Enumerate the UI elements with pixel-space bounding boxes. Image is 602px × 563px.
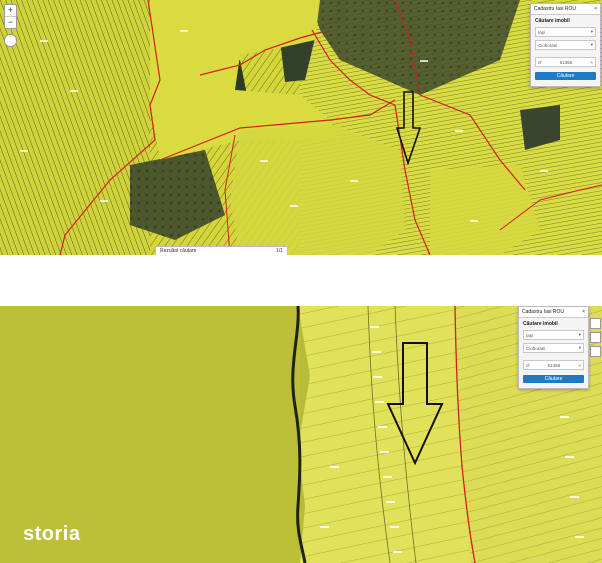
section-title: Căutare imobil	[535, 18, 570, 24]
search-panel-zoomed: Cadastru Iasi ROU × Căutare imobil Iaşi …	[518, 306, 589, 389]
clear-icon[interactable]: ×	[578, 363, 581, 368]
clear-icon[interactable]: ×	[590, 60, 593, 65]
storia-logo: storia	[23, 523, 81, 545]
locate-icon[interactable]	[4, 34, 17, 47]
cadastral-map-overview[interactable]: + − Cadastru Iasi ROU × Căutare imobil I…	[0, 0, 602, 255]
section-title: Căutare imobil	[523, 321, 558, 327]
search-icon[interactable]	[590, 318, 601, 329]
search-panel-overview: Cadastru Iasi ROU × Căutare imobil Iaşi …	[530, 3, 601, 87]
chevron-down-icon: ▾	[578, 345, 581, 350]
cadastral-map-zoomed[interactable]: Cadastru Iasi ROU × Căutare imobil Iaşi …	[0, 306, 602, 563]
locality-select[interactable]: Ciohorani ▾	[523, 343, 584, 353]
search-number-field[interactable]: cf 61358 ×	[535, 57, 596, 67]
panel-title: Cadastru Iasi ROU	[534, 6, 576, 12]
chevron-down-icon: ▾	[590, 42, 593, 47]
close-icon[interactable]: ×	[582, 309, 585, 315]
results-label: Rezultat căutare	[160, 248, 197, 254]
home-icon[interactable]	[590, 346, 601, 357]
zoom-in-button[interactable]: +	[5, 5, 16, 17]
chevron-down-icon: ▾	[578, 332, 581, 337]
map-canvas-zoomed	[0, 306, 602, 563]
search-results-bar[interactable]: Rezultat căutare 1/1	[155, 246, 288, 255]
map-side-toolbar	[590, 318, 601, 360]
locality-value: Ciohorani	[538, 42, 558, 48]
results-count: 1/1	[276, 248, 283, 254]
county-select[interactable]: Iaşi ▾	[523, 330, 584, 340]
panel-header: Cadastru Iasi ROU ×	[531, 4, 600, 15]
search-type-label: cf	[526, 362, 530, 368]
zoom-out-button[interactable]: −	[5, 17, 16, 28]
locality-value: Ciohorani	[526, 345, 546, 351]
search-number-field[interactable]: cf 61358 ×	[523, 360, 584, 370]
search-type-label: cf	[538, 59, 542, 65]
county-value: Iaşi	[526, 332, 534, 338]
locality-select[interactable]: Ciohorani ▾	[535, 40, 596, 50]
panel-title: Cadastru Iasi ROU	[522, 309, 564, 315]
search-button[interactable]: Căutare	[535, 72, 596, 80]
county-value: Iaşi	[538, 29, 546, 35]
close-icon[interactable]: ×	[594, 6, 597, 12]
search-button[interactable]: Căutare	[523, 375, 584, 383]
chevron-down-icon: ▾	[590, 29, 593, 34]
panel-header: Cadastru Iasi ROU ×	[519, 307, 588, 318]
zoom-control: + −	[4, 4, 17, 29]
map-canvas-overview	[0, 0, 602, 255]
county-select[interactable]: Iaşi ▾	[535, 27, 596, 37]
search-number-value: 61358	[559, 59, 573, 65]
layers-icon[interactable]	[590, 332, 601, 343]
search-number-value: 61358	[547, 362, 561, 368]
